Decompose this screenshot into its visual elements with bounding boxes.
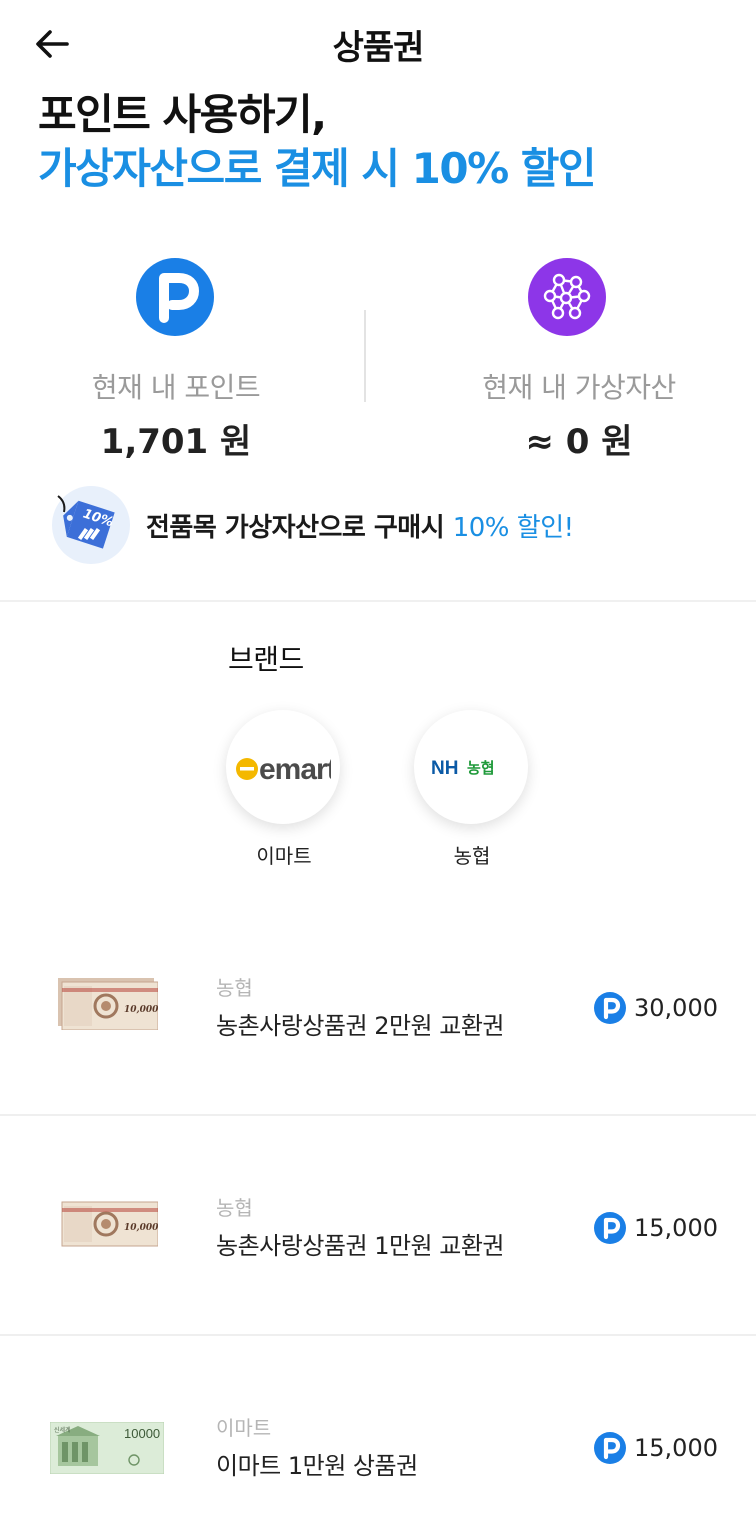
emart-logo-text: emart	[259, 753, 331, 786]
discount-promo-banner: 10% 전품목 가상자산으로 구매시 10% 할인!	[52, 486, 574, 564]
product-price-value: 30,000	[634, 994, 718, 1022]
point-balance-label: 현재 내 포인트	[91, 371, 261, 404]
nh-logo: NH 농협	[414, 710, 528, 824]
balance-summary: 현재 내 포인트 1,701 원 현재 내 가상자산 ≈ 0 원	[0, 258, 756, 462]
promo-text: 전품목 가상자산으로 구매시 10% 할인!	[146, 507, 574, 544]
gift-certificate-thumbnail: 10,000	[58, 1198, 159, 1250]
nh-logo-korean: 농협	[467, 759, 495, 777]
point-p-icon	[594, 992, 627, 1024]
brand-name-nh: 농협	[453, 844, 491, 868]
brand-name-emart: 이마트	[256, 844, 312, 868]
point-balance: 현재 내 포인트 1,701 원	[0, 258, 378, 463]
product-item[interactable]: 10,000 농협 농촌사랑상품권 1만원 교환권 15,000	[0, 1116, 756, 1336]
brand-section-title: 브랜드	[228, 643, 304, 676]
product-price: 15,000	[594, 1212, 718, 1244]
brand-emart[interactable]: emart 이마트	[226, 710, 342, 869]
point-p-icon	[594, 1432, 627, 1464]
product-name: 이마트 1만원 상품권	[216, 1452, 418, 1480]
product-brand: 농협	[216, 1196, 253, 1220]
product-name: 농촌사랑상품권 1만원 교환권	[216, 1232, 505, 1260]
product-price-value: 15,000	[634, 1434, 718, 1462]
product-name: 농촌사랑상품권 2만원 교환권	[216, 1012, 505, 1040]
point-p-icon	[136, 258, 214, 336]
product-price-value: 15,000	[634, 1214, 718, 1242]
hero-line-1: 포인트 사용하기,	[38, 90, 327, 139]
hero-heading: 포인트 사용하기, 가상자산으로 결제 시 10% 할인	[38, 88, 597, 196]
emart-logo: emart	[226, 710, 340, 824]
product-price: 15,000	[594, 1432, 718, 1464]
top-app-bar: 상품권	[0, 0, 756, 88]
balance-divider	[364, 310, 366, 402]
product-item[interactable]: 10,000 농협 농촌사랑상품권 2만원 교환권 30,000	[0, 896, 756, 1116]
brand-nh[interactable]: NH 농협 농협	[414, 710, 530, 869]
asset-balance-value: ≈ 0 원	[525, 422, 633, 462]
promo-main-text: 전품목 가상자산으로 구매시	[146, 512, 445, 543]
product-price: 30,000	[594, 992, 718, 1024]
section-divider	[0, 600, 756, 602]
point-balance-value: 1,701 원	[100, 422, 252, 462]
network-nodes-icon	[528, 258, 606, 336]
thumbnail-amount: 10000	[124, 1426, 160, 1441]
gift-certificate-thumbnail: 신세계 10000	[49, 1421, 165, 1475]
thumbnail-amount: 10,000	[124, 1223, 158, 1233]
gift-certificate-thumbnail: 10,000	[58, 978, 159, 1031]
promo-accent-text: 10% 할인!	[452, 512, 574, 543]
nh-logo-letters: NH	[431, 758, 458, 779]
thumbnail-amount: 10,000	[124, 1005, 158, 1015]
point-p-icon	[594, 1212, 627, 1244]
svg-text:신세계: 신세계	[54, 1426, 71, 1434]
product-item[interactable]: 신세계 10000 이마트 이마트 1만원 상품권 15,000	[0, 1336, 756, 1532]
asset-balance: 현재 내 가상자산 ≈ 0 원	[378, 258, 756, 463]
product-brand: 이마트	[216, 1416, 272, 1440]
page-title: 상품권	[332, 28, 425, 68]
hero-line-2: 가상자산으로 결제 시 10% 할인	[38, 144, 597, 193]
product-brand: 농협	[216, 976, 253, 1000]
discount-tag-icon: 10%	[52, 486, 130, 564]
asset-balance-label: 현재 내 가상자산	[482, 371, 676, 404]
